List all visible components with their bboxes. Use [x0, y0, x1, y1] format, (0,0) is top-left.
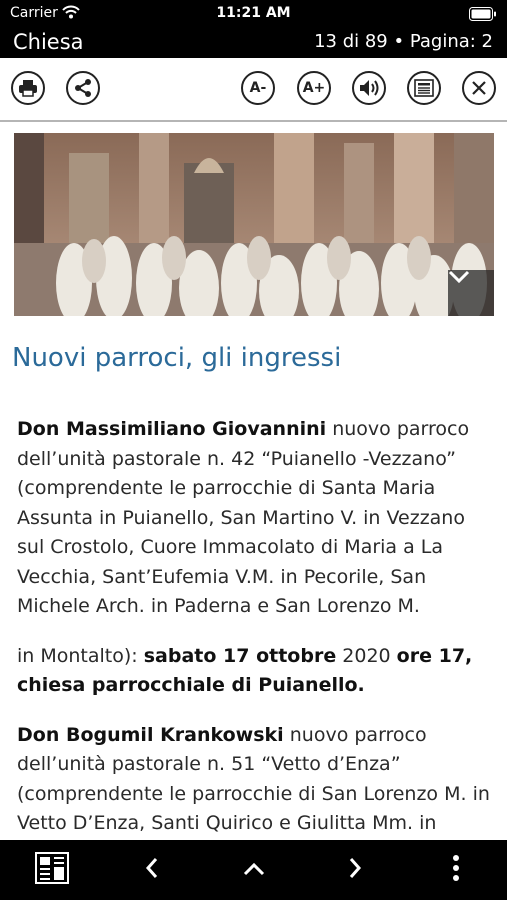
article-body: Don Massimiliano Giovannini nuovo parroc…	[17, 415, 495, 859]
font-increase-label: A+	[302, 80, 326, 96]
chevron-right-icon	[348, 857, 362, 883]
newspaper-icon	[414, 79, 434, 97]
print-button[interactable]	[11, 71, 45, 105]
share-button[interactable]	[66, 71, 100, 105]
paragraph-text: 2020	[336, 644, 397, 667]
close-icon	[471, 80, 487, 96]
printer-icon	[18, 79, 38, 97]
expand-photo-button[interactable]	[448, 270, 494, 316]
paragraph: in Montalto): sabato 17 ottobre 2020 ore…	[17, 642, 495, 701]
bottom-navigation	[0, 840, 507, 900]
speaker-icon	[358, 78, 380, 98]
title-bar: Chiesa 13 di 89 • Pagina: 2	[0, 28, 507, 58]
paragraph-text: in Montalto):	[17, 644, 144, 667]
priest-name: Don Bogumil Krankowski	[17, 723, 284, 746]
paragraph: Don Massimiliano Giovannini nuovo parroc…	[17, 415, 495, 622]
font-increase-button[interactable]: A+	[297, 71, 331, 105]
reader-view-button[interactable]	[407, 71, 441, 105]
priest-name: Don Massimiliano Giovannini	[17, 418, 327, 440]
article-toolbar: A- A+	[0, 58, 507, 122]
close-button[interactable]	[462, 71, 496, 105]
chevron-left-icon	[145, 857, 159, 883]
font-decrease-label: A-	[249, 80, 267, 96]
up-button[interactable]	[236, 840, 272, 900]
newspaper-pages-icon	[34, 851, 70, 889]
section-title: Chiesa	[13, 30, 84, 54]
share-icon	[73, 78, 93, 98]
article-title: Nuovi parroci, gli ingressi	[12, 343, 342, 373]
next-article-button[interactable]	[338, 840, 372, 900]
pages-button[interactable]	[30, 840, 74, 900]
more-vertical-icon	[452, 854, 460, 886]
battery-icon	[469, 6, 497, 25]
paragraph-text: nuovo parroco dell’unità pastorale n. 42…	[17, 418, 470, 617]
more-button[interactable]	[442, 840, 470, 900]
page-indicator: 13 di 89 • Pagina: 2	[314, 31, 493, 52]
event-date: sabato 17 ottobre	[143, 644, 337, 667]
font-decrease-button[interactable]: A-	[241, 71, 275, 105]
clock: 11:21 AM	[216, 5, 291, 21]
previous-article-button[interactable]	[135, 840, 169, 900]
chevron-up-icon	[243, 861, 265, 880]
speak-button[interactable]	[352, 71, 386, 105]
church-ceremony-photo	[14, 133, 494, 316]
article-photo[interactable]	[14, 133, 494, 316]
paragraph: Don Bogumil Krankowski nuovo parroco del…	[17, 721, 495, 839]
status-bar: Carrier 11:21 AM	[0, 0, 507, 28]
